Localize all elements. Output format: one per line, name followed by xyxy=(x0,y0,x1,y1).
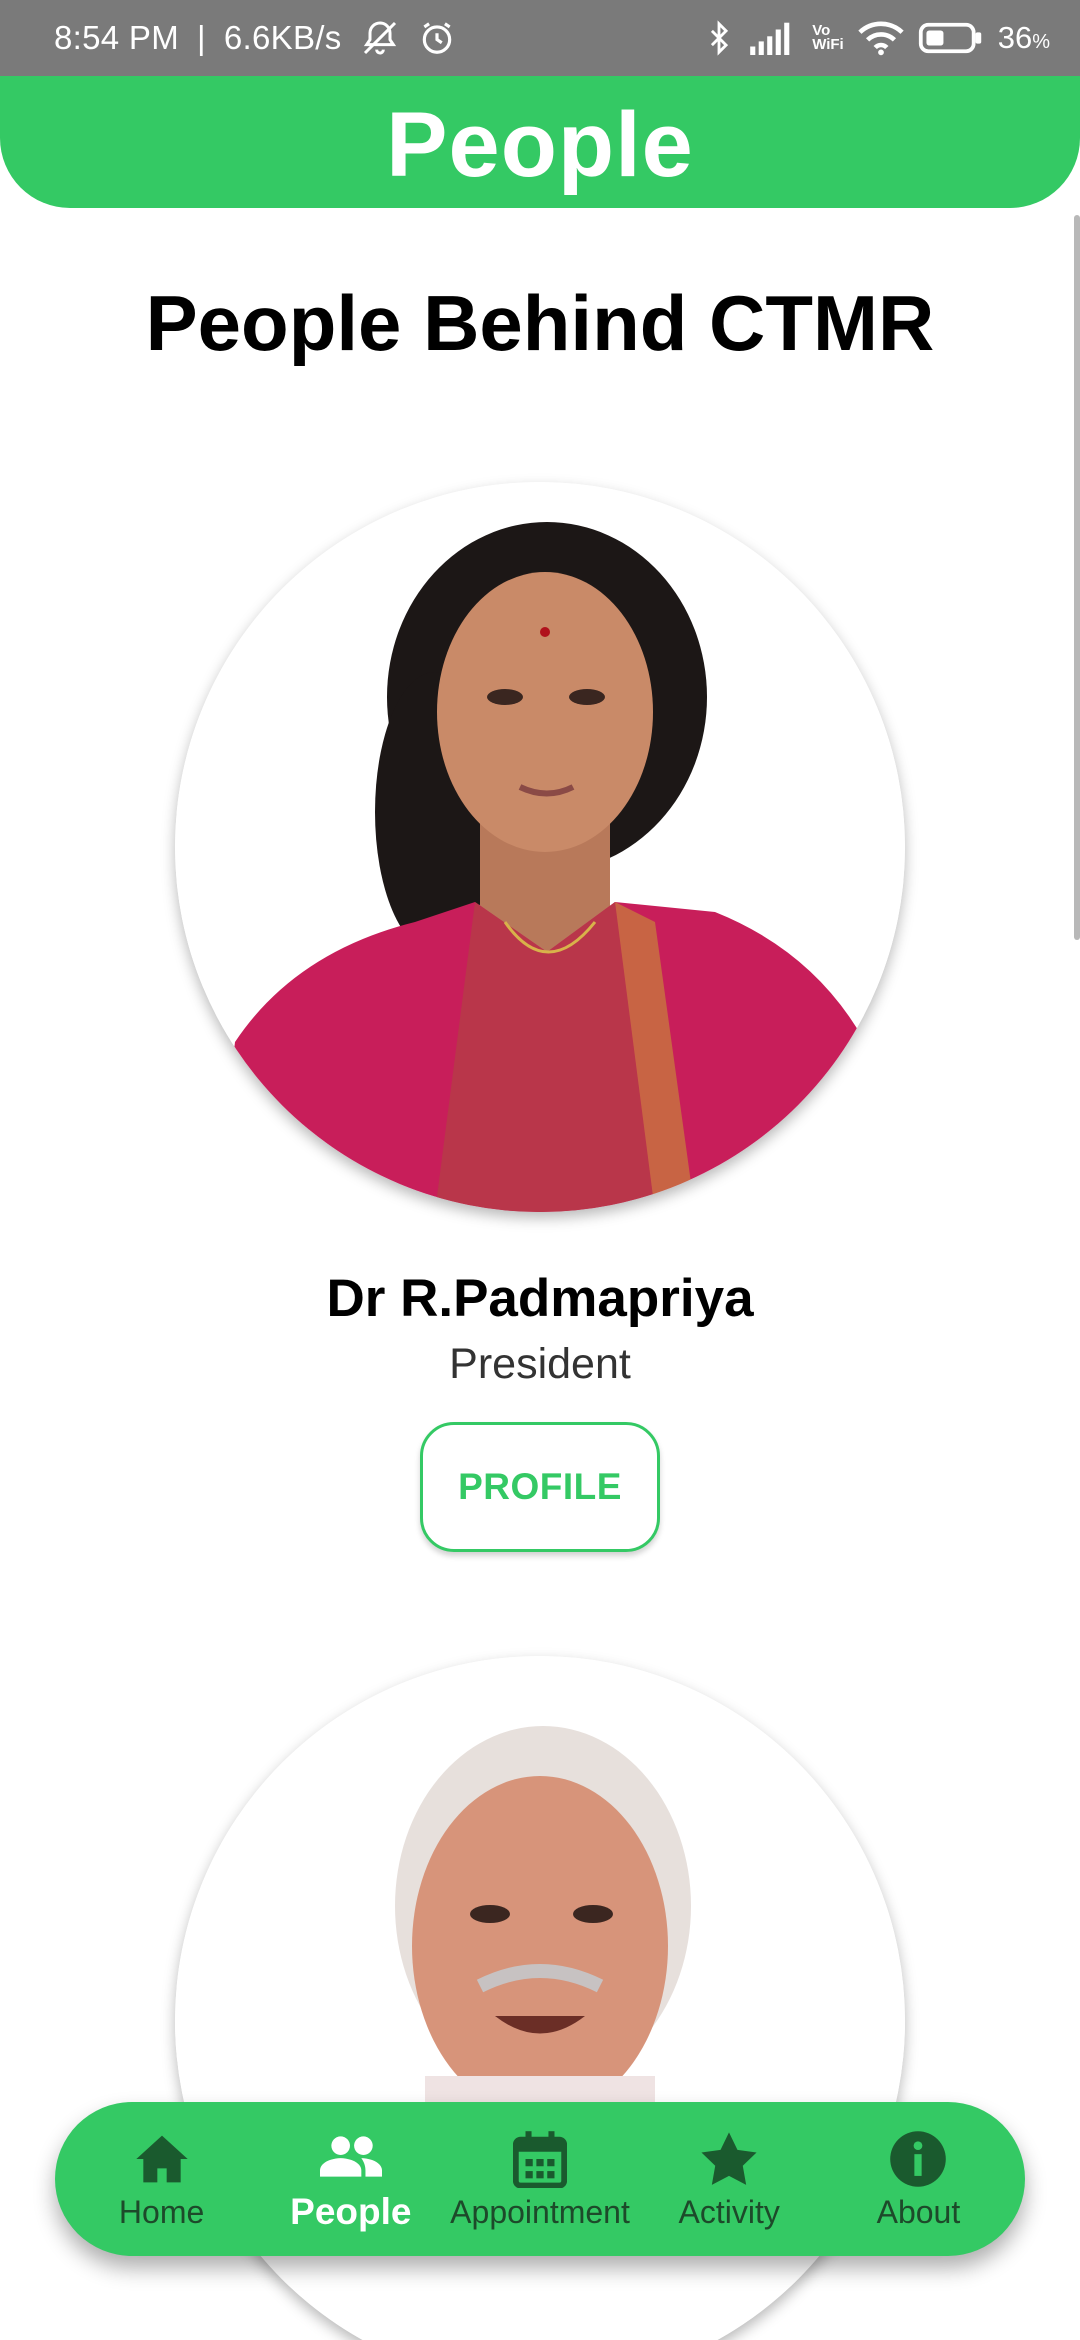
nav-label-activity: Activity xyxy=(678,2193,780,2230)
status-separator: | xyxy=(197,19,206,56)
nav-label-about: About xyxy=(876,2193,961,2230)
profile-button[interactable]: PROFILE xyxy=(420,1422,660,1552)
battery-percent: 36% xyxy=(998,20,1050,56)
info-icon xyxy=(887,2128,949,2190)
notifications-muted-icon xyxy=(360,18,400,58)
nav-item-home[interactable]: Home xyxy=(67,2102,256,2256)
status-left: 8:54 PM | 6.6KB/s xyxy=(54,0,456,76)
nav-label-appointment: Appointment xyxy=(450,2193,630,2230)
star-icon xyxy=(698,2128,760,2190)
bluetooth-icon xyxy=(702,18,736,58)
nav-item-activity[interactable]: Activity xyxy=(635,2102,824,2256)
status-network-speed: 6.6KB/s xyxy=(223,19,342,56)
app-bar: People xyxy=(0,76,1080,208)
status-time: 8:54 PM xyxy=(54,19,179,56)
status-right: Vo WiFi 36% xyxy=(702,0,1050,76)
battery-percent-unit: % xyxy=(1032,31,1050,53)
wifi-icon xyxy=(858,20,904,56)
people-icon xyxy=(319,2125,382,2187)
section-heading: People Behind CTMR xyxy=(145,279,935,367)
nav-label-home: Home xyxy=(118,2193,205,2230)
nav-item-appointment[interactable]: Appointment xyxy=(445,2102,634,2256)
battery-percent-value: 36 xyxy=(997,20,1033,55)
vowifi-bottom: WiFi xyxy=(812,36,844,53)
status-bar: 8:54 PM | 6.6KB/s Vo WiFi 36% xyxy=(0,0,1080,76)
calendar-icon xyxy=(509,2128,571,2190)
person-photo xyxy=(175,482,905,1212)
nav-label-people: People xyxy=(290,2191,412,2232)
signal-icon xyxy=(750,21,798,55)
nav-item-people[interactable]: People xyxy=(256,2102,445,2256)
page-title: People xyxy=(386,93,694,196)
person-name: Dr R.Padmapriya xyxy=(326,1269,754,1328)
vowifi-indicator: Vo WiFi xyxy=(812,23,844,53)
battery-icon xyxy=(918,21,984,55)
nav-item-about[interactable]: About xyxy=(824,2102,1013,2256)
alarm-icon xyxy=(418,19,456,57)
home-icon xyxy=(131,2128,193,2190)
bottom-navigation: Home People Appointment Activity About xyxy=(55,2102,1025,2256)
person-role: President xyxy=(449,1340,631,1388)
